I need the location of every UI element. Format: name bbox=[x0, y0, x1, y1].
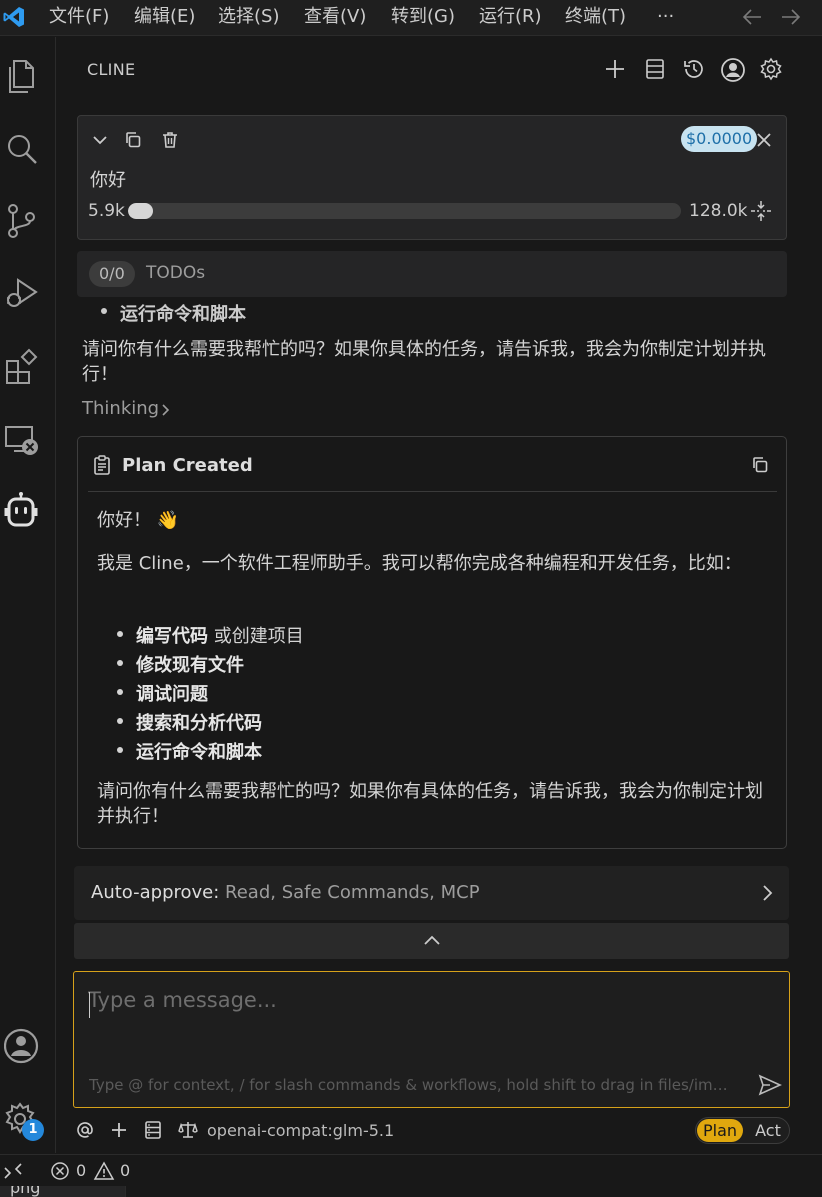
collapse-chevron-icon[interactable] bbox=[90, 130, 110, 150]
activity-bar: 1 bbox=[0, 37, 56, 1153]
assistant-message: 请问你有什么需要我帮忙的吗？如果你具体的任务，请告诉我，我会为你制定计划并执行！ bbox=[82, 339, 766, 385]
rules-scale-icon[interactable] bbox=[178, 1120, 198, 1140]
context-window-bar bbox=[128, 203, 681, 219]
error-count[interactable]: 0 bbox=[76, 1161, 86, 1180]
list-item-bold: 搜索和分析代码 bbox=[136, 713, 262, 734]
input-hint: Type @ for context, / for slash commands… bbox=[89, 1076, 729, 1094]
panel-title: CLINE bbox=[87, 60, 136, 79]
explorer-icon[interactable] bbox=[4, 57, 38, 97]
menu-file[interactable]: 文件(F) bbox=[49, 5, 109, 29]
list-item: 搜索和分析代码 bbox=[117, 709, 262, 735]
mode-plan-button[interactable]: Plan bbox=[697, 1119, 743, 1142]
plan-act-toggle[interactable]: Plan Act bbox=[695, 1117, 790, 1144]
copy-task-icon[interactable] bbox=[123, 130, 143, 150]
nav-forward-icon[interactable] bbox=[780, 7, 802, 27]
mode-act-button[interactable]: Act bbox=[751, 1119, 785, 1142]
source-control-icon[interactable] bbox=[4, 201, 40, 241]
update-badge: 1 bbox=[22, 1119, 44, 1141]
todo-count-badge: 0/0 bbox=[89, 261, 135, 287]
message-input[interactable] bbox=[88, 988, 768, 1028]
list-item: 编写代码 或创建项目 bbox=[117, 622, 304, 648]
remote-indicator-icon[interactable] bbox=[3, 1162, 23, 1180]
title-bar: 文件(F) 编辑(E) 选择(S) 查看(V) 转到(G) 运行(R) 终端(T… bbox=[0, 0, 822, 36]
delete-task-icon[interactable] bbox=[160, 130, 180, 150]
list-item-rest: 或创建项目 bbox=[208, 626, 304, 647]
plan-closing: 请问你有什么需要我帮忙的吗？如果你有具体的任务，请告诉我，我会为你制定计划并执行… bbox=[97, 781, 763, 827]
model-selector[interactable]: openai-compat:glm-5.1 bbox=[207, 1121, 394, 1140]
message-input-box[interactable]: Type @ for context, / for slash commands… bbox=[73, 971, 790, 1108]
warning-icon[interactable] bbox=[93, 1161, 115, 1181]
menu-selection[interactable]: 选择(S) bbox=[218, 5, 279, 29]
text-caret bbox=[89, 992, 90, 1018]
condense-context-icon[interactable] bbox=[750, 200, 772, 222]
thinking-toggle[interactable]: Thinking bbox=[82, 398, 159, 419]
mcp-server-icon[interactable] bbox=[144, 1120, 162, 1140]
account-circle-icon[interactable] bbox=[720, 57, 746, 83]
add-context-plus-icon[interactable] bbox=[110, 1120, 128, 1140]
tokens-used: 5.9k bbox=[88, 201, 125, 221]
remote-explorer-icon[interactable] bbox=[4, 420, 40, 460]
search-icon[interactable] bbox=[4, 130, 40, 170]
auto-approve-label: Auto-approve: Read, Safe Commands, MCP bbox=[91, 882, 480, 903]
task-header-card: $0.0000 你好 5.9k 128.0k bbox=[77, 115, 787, 240]
clipboard-icon bbox=[93, 455, 111, 475]
list-item: 运行命令和脚本 bbox=[101, 300, 246, 326]
plan-title: Plan Created bbox=[122, 455, 253, 476]
settings-gear-icon[interactable] bbox=[759, 57, 783, 81]
chevron-right-icon[interactable] bbox=[760, 884, 774, 902]
cost-badge: $0.0000 bbox=[681, 126, 758, 152]
plan-intro: 我是 Cline，一个软件工程师助手。我可以帮你完成各种编程和开发任务，比如： bbox=[97, 553, 742, 574]
close-task-icon[interactable] bbox=[755, 131, 773, 149]
history-icon[interactable] bbox=[682, 57, 706, 81]
auto-approve-title: Auto-approve: bbox=[91, 882, 220, 903]
divider bbox=[88, 491, 777, 492]
cline-robot-icon[interactable] bbox=[4, 491, 40, 535]
list-item: 调试问题 bbox=[117, 680, 208, 706]
menu-terminal[interactable]: 终端(T) bbox=[565, 5, 626, 29]
list-item-bold: 编写代码 bbox=[136, 626, 208, 647]
list-item: 运行命令和脚本 bbox=[117, 738, 262, 764]
menu-edit[interactable]: 编辑(E) bbox=[134, 5, 195, 29]
nav-back-icon[interactable] bbox=[741, 7, 763, 27]
account-icon[interactable] bbox=[4, 1026, 40, 1066]
copy-plan-icon[interactable] bbox=[750, 455, 770, 475]
warning-count[interactable]: 0 bbox=[120, 1161, 130, 1180]
plan-created-card: Plan Created 你好！ 👋 我是 Cline，一个软件工程师助手。我可… bbox=[77, 436, 787, 849]
auto-approve-bar[interactable]: Auto-approve: Read, Safe Commands, MCP bbox=[74, 866, 789, 920]
mcp-servers-icon[interactable] bbox=[643, 57, 667, 81]
status-bar: 0 0 bbox=[0, 1154, 822, 1186]
list-item-bold: 调试问题 bbox=[136, 684, 208, 705]
task-title: 你好 bbox=[90, 170, 126, 191]
todo-label: TODOs bbox=[146, 263, 206, 283]
menu-run[interactable]: 运行(R) bbox=[479, 5, 542, 29]
send-icon[interactable] bbox=[758, 1074, 782, 1096]
bottom-tab-label: png bbox=[10, 1186, 41, 1197]
menu-go[interactable]: 转到(G) bbox=[391, 5, 455, 29]
mention-at-icon[interactable] bbox=[76, 1120, 94, 1140]
extensions-icon[interactable] bbox=[4, 347, 40, 387]
new-task-icon[interactable] bbox=[603, 57, 627, 81]
auto-approve-value: Read, Safe Commands, MCP bbox=[219, 882, 480, 903]
expand-bar[interactable] bbox=[74, 923, 789, 959]
chevron-up-icon[interactable] bbox=[423, 934, 441, 946]
todos-bar[interactable]: 0/0 TODOs bbox=[77, 251, 787, 297]
list-item-bold: 运行命令和脚本 bbox=[136, 742, 262, 763]
menu-more[interactable]: ··· bbox=[657, 5, 674, 29]
error-icon[interactable] bbox=[50, 1161, 70, 1181]
tokens-max: 128.0k bbox=[689, 201, 748, 221]
plan-greeting: 你好！ 👋 bbox=[97, 510, 180, 531]
run-debug-icon[interactable] bbox=[4, 274, 40, 314]
list-item-bold: 修改现有文件 bbox=[136, 655, 244, 676]
chevron-right-icon[interactable] bbox=[160, 403, 172, 417]
vscode-logo-icon bbox=[2, 5, 26, 29]
menu-view[interactable]: 查看(V) bbox=[304, 5, 366, 29]
bottom-tab[interactable]: png bbox=[0, 1186, 126, 1197]
context-window-fill bbox=[128, 203, 154, 219]
list-item: 修改现有文件 bbox=[117, 651, 244, 677]
